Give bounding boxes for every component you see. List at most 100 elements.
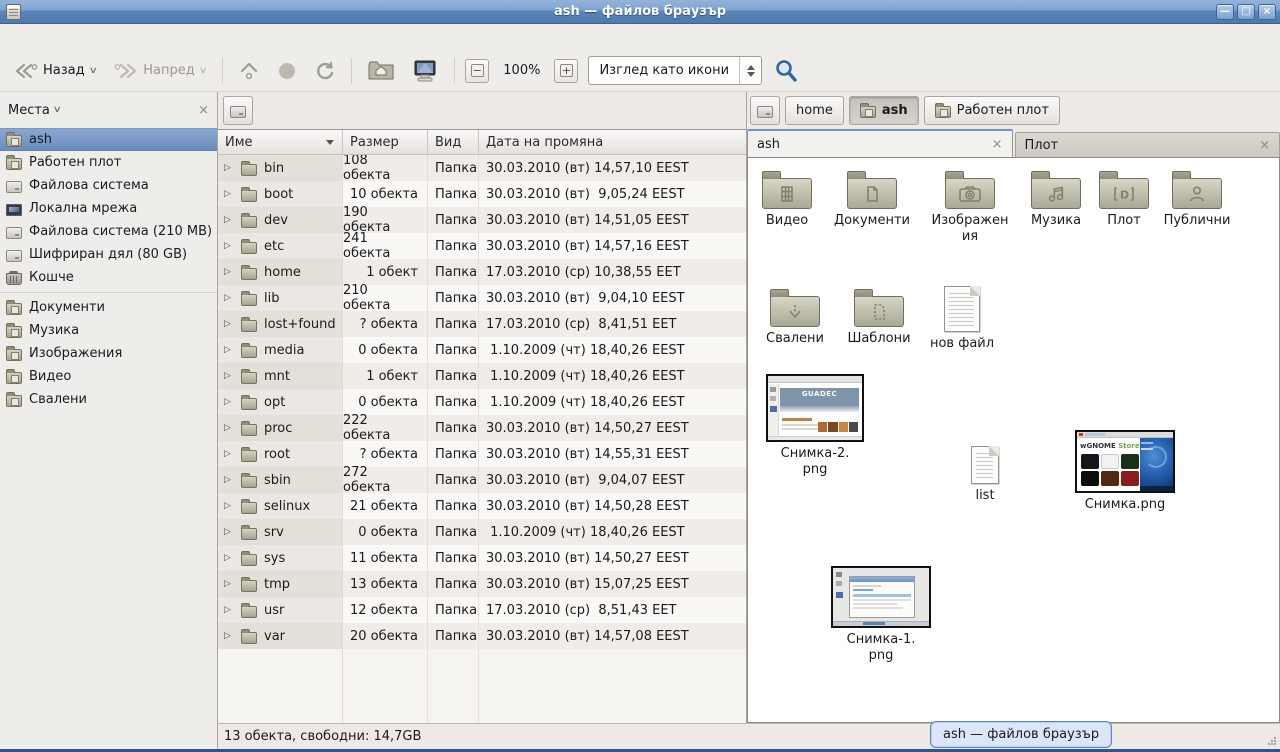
- menu-item[interactable]: [44, 35, 64, 41]
- zoom-out-button[interactable]: −: [465, 59, 489, 83]
- breadcrumb-ash-button[interactable]: ash: [849, 96, 919, 125]
- file-item-snimka-2[interactable]: GUADEC Снимка-2. png: [762, 374, 868, 477]
- expander-icon[interactable]: ▷: [224, 163, 234, 173]
- stop-button[interactable]: [271, 57, 303, 85]
- folder-item-templates[interactable]: Шаблони: [843, 288, 915, 347]
- table-row[interactable]: ▷ media 0 обекта Папка 1.10.2009 (чт) 18…: [218, 337, 746, 363]
- sidebar-item[interactable]: Работен плот: [0, 151, 217, 174]
- sidebar-close-icon[interactable]: ×: [198, 103, 209, 118]
- expander-icon[interactable]: ▷: [224, 215, 234, 225]
- tab-close-icon[interactable]: ×: [1259, 138, 1270, 153]
- sidebar-item[interactable]: Музика: [0, 319, 217, 342]
- computer-button[interactable]: [406, 56, 444, 86]
- expander-icon[interactable]: ▷: [224, 267, 234, 277]
- column-header-type[interactable]: Вид: [428, 130, 479, 154]
- zoom-in-button[interactable]: +: [554, 59, 578, 83]
- home-button[interactable]: [362, 57, 400, 85]
- search-button[interactable]: [768, 55, 804, 87]
- table-row[interactable]: ▷ home 1 обект Папка 17.03.2010 (ср) 10,…: [218, 259, 746, 285]
- sidebar-item[interactable]: Файлова система (210 MB): [0, 220, 217, 243]
- breadcrumb-home-button[interactable]: home: [785, 96, 844, 125]
- expander-icon[interactable]: ▷: [224, 449, 234, 459]
- maximize-button[interactable]: □: [1237, 4, 1255, 20]
- expander-icon[interactable]: ▷: [224, 475, 234, 485]
- column-header-name[interactable]: Име: [218, 130, 343, 154]
- file-item-list[interactable]: list: [949, 446, 1021, 504]
- minimize-button[interactable]: —: [1216, 4, 1234, 20]
- expander-icon[interactable]: ▷: [224, 501, 234, 511]
- tab-plot[interactable]: Плот ×: [1015, 132, 1280, 157]
- file-item-new-file[interactable]: нов файл: [926, 286, 998, 352]
- folder-item-downloads[interactable]: Свалени: [759, 288, 831, 347]
- table-row[interactable]: ▷ var 20 обекта Папка 30.03.2010 (вт) 14…: [218, 623, 746, 649]
- expander-icon[interactable]: ▷: [224, 319, 234, 329]
- menu-item[interactable]: [84, 35, 104, 41]
- table-row[interactable]: ▷ boot 10 обекта Папка 30.03.2010 (вт) 9…: [218, 181, 746, 207]
- sidebar-item[interactable]: Свалени: [0, 388, 217, 411]
- table-row[interactable]: ▷ bin 108 обекта Папка 30.03.2010 (вт) 1…: [218, 155, 746, 181]
- table-row[interactable]: ▷ selinux 21 обекта Папка 30.03.2010 (вт…: [218, 493, 746, 519]
- table-row[interactable]: ▷ sbin 272 обекта Папка 30.03.2010 (вт) …: [218, 467, 746, 493]
- file-item-snimka[interactable]: wGNOME Store: [1073, 430, 1177, 513]
- sidebar-item[interactable]: Локална мрежа: [0, 197, 217, 220]
- icon-canvas[interactable]: Видео Документи Изображен: [747, 157, 1280, 723]
- expander-icon[interactable]: ▷: [224, 371, 234, 381]
- menu-item[interactable]: [24, 35, 44, 41]
- column-header-date[interactable]: Дата на промяна: [479, 130, 746, 154]
- tab-ash[interactable]: ash ×: [747, 129, 1013, 157]
- expander-icon[interactable]: ▷: [224, 189, 234, 199]
- file-item-snimka-1[interactable]: Снимка-1. png: [829, 566, 933, 663]
- folder-item-music[interactable]: Музика: [1018, 170, 1094, 229]
- table-row[interactable]: ▷ tmp 13 обекта Папка 30.03.2010 (вт) 15…: [218, 571, 746, 597]
- table-row[interactable]: ▷ lib 210 обекта Папка 30.03.2010 (вт) 9…: [218, 285, 746, 311]
- folder-item-pictures[interactable]: Изображен ия: [929, 170, 1011, 244]
- reload-button[interactable]: [309, 57, 341, 85]
- expander-icon[interactable]: ▷: [224, 605, 234, 615]
- resize-grip[interactable]: [1266, 735, 1278, 747]
- close-button[interactable]: ×: [1258, 4, 1276, 20]
- table-row[interactable]: ▷ opt 0 обекта Папка 1.10.2009 (чт) 18,4…: [218, 389, 746, 415]
- table-row[interactable]: ▷ lost+found ? обекта Папка 17.03.2010 (…: [218, 311, 746, 337]
- sidebar-item[interactable]: Видео: [0, 365, 217, 388]
- sidebar-item[interactable]: Кошче: [0, 266, 217, 289]
- expander-icon[interactable]: ▷: [224, 553, 234, 563]
- sidebar-title[interactable]: Места: [8, 103, 50, 118]
- sidebar-item[interactable]: ash: [0, 128, 217, 151]
- folder-item-public[interactable]: Публични: [1159, 170, 1235, 229]
- expander-icon[interactable]: ▷: [224, 397, 234, 407]
- breadcrumb-desktop-button[interactable]: Работен плот: [924, 96, 1060, 125]
- view-mode-select[interactable]: Изглед като икони: [588, 56, 762, 85]
- table-row[interactable]: ▷ root ? обекта Папка 30.03.2010 (вт) 14…: [218, 441, 746, 467]
- menu-item[interactable]: [64, 35, 84, 41]
- table-row[interactable]: ▷ mnt 1 обект Папка 1.10.2009 (чт) 18,40…: [218, 363, 746, 389]
- expander-icon[interactable]: ▷: [224, 241, 234, 251]
- forward-dropdown-icon[interactable]: ∨: [198, 66, 207, 76]
- expander-icon[interactable]: ▷: [224, 579, 234, 589]
- table-row[interactable]: ▷ dev 190 обекта Папка 30.03.2010 (вт) 1…: [218, 207, 746, 233]
- root-location-button[interactable]: [223, 96, 253, 125]
- table-row[interactable]: ▷ etc 241 обекта Папка 30.03.2010 (вт) 1…: [218, 233, 746, 259]
- menu-item[interactable]: [4, 35, 24, 41]
- folder-item-documents[interactable]: Документи: [834, 170, 910, 229]
- folder-item-videos[interactable]: Видео: [751, 170, 823, 229]
- table-row[interactable]: ▷ proc 222 обекта Папка 30.03.2010 (вт) …: [218, 415, 746, 441]
- expander-icon[interactable]: ▷: [224, 631, 234, 641]
- table-row[interactable]: ▷ usr 12 обекта Папка 17.03.2010 (ср) 8,…: [218, 597, 746, 623]
- back-button[interactable]: Назад ∨: [8, 59, 102, 83]
- sidebar-item[interactable]: Документи: [0, 296, 217, 319]
- column-header-size[interactable]: Размер: [343, 130, 428, 154]
- table-row[interactable]: ▷ sys 11 обекта Папка 30.03.2010 (вт) 14…: [218, 545, 746, 571]
- sidebar-item[interactable]: Шифриран дял (80 GB): [0, 243, 217, 266]
- tab-close-icon[interactable]: ×: [992, 137, 1003, 152]
- expander-icon[interactable]: ▷: [224, 293, 234, 303]
- forward-button[interactable]: Напред ∨: [108, 59, 212, 83]
- expander-icon[interactable]: ▷: [224, 345, 234, 355]
- back-dropdown-icon[interactable]: ∨: [88, 66, 97, 76]
- folder-item-desktop[interactable]: D Плот: [1088, 170, 1160, 229]
- menu-item[interactable]: [104, 35, 124, 41]
- sidebar-item[interactable]: Изображения: [0, 342, 217, 365]
- expander-icon[interactable]: ▷: [224, 527, 234, 537]
- expander-icon[interactable]: ▷: [224, 423, 234, 433]
- breadcrumb-root-button[interactable]: [750, 96, 780, 125]
- up-button[interactable]: [233, 57, 265, 85]
